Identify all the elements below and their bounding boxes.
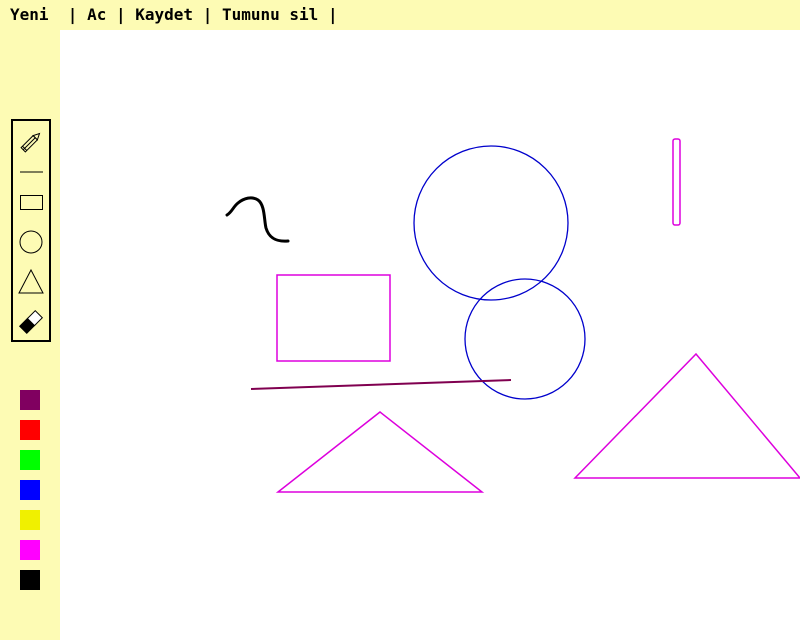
pencil-tool[interactable]: [15, 126, 47, 158]
line-tool[interactable]: [15, 156, 47, 188]
color-swatch-purple[interactable]: [20, 390, 40, 410]
pencil-icon: [20, 132, 41, 153]
color-swatch-green[interactable]: [20, 450, 40, 470]
drawn-line: [250, 379, 512, 390]
menu-bar: Yeni | Ac | Kaydet | Tumunu sil |: [0, 0, 800, 30]
rectangle-icon: [20, 195, 43, 210]
circle-tool[interactable]: [15, 226, 47, 258]
toolbox: [11, 119, 51, 342]
drawn-rectangle: [276, 274, 391, 362]
color-swatch-black[interactable]: [20, 570, 40, 590]
freehand-stroke: [225, 196, 290, 243]
triangle-icon: [18, 268, 44, 294]
new-button[interactable]: Yeni: [10, 5, 49, 24]
menu-separator: |: [327, 5, 338, 24]
drawn-triangle: [573, 352, 800, 479]
drawing-canvas[interactable]: [60, 30, 800, 640]
clear-all-button[interactable]: Tumunu sil: [222, 5, 318, 24]
color-swatch-red[interactable]: [20, 420, 40, 440]
save-button[interactable]: Kaydet: [135, 5, 193, 24]
menu-separator: |: [202, 5, 213, 24]
menu-separator: |: [115, 5, 126, 24]
color-swatch-blue[interactable]: [20, 480, 40, 500]
color-swatch-magenta[interactable]: [20, 540, 40, 560]
line-icon: [20, 171, 43, 173]
eraser-icon: [18, 309, 44, 335]
drawn-rectangle: [672, 138, 681, 226]
drawing-surface[interactable]: [60, 30, 800, 640]
rectangle-tool[interactable]: [15, 186, 47, 218]
color-swatch-yellow[interactable]: [20, 510, 40, 530]
drawn-circle: [413, 145, 569, 301]
circle-icon: [19, 230, 43, 254]
menu-separator: |: [67, 5, 78, 24]
triangle-tool[interactable]: [15, 266, 47, 298]
drawn-triangle: [275, 411, 485, 493]
open-button[interactable]: Ac: [87, 5, 106, 24]
eraser-tool[interactable]: [15, 306, 47, 338]
